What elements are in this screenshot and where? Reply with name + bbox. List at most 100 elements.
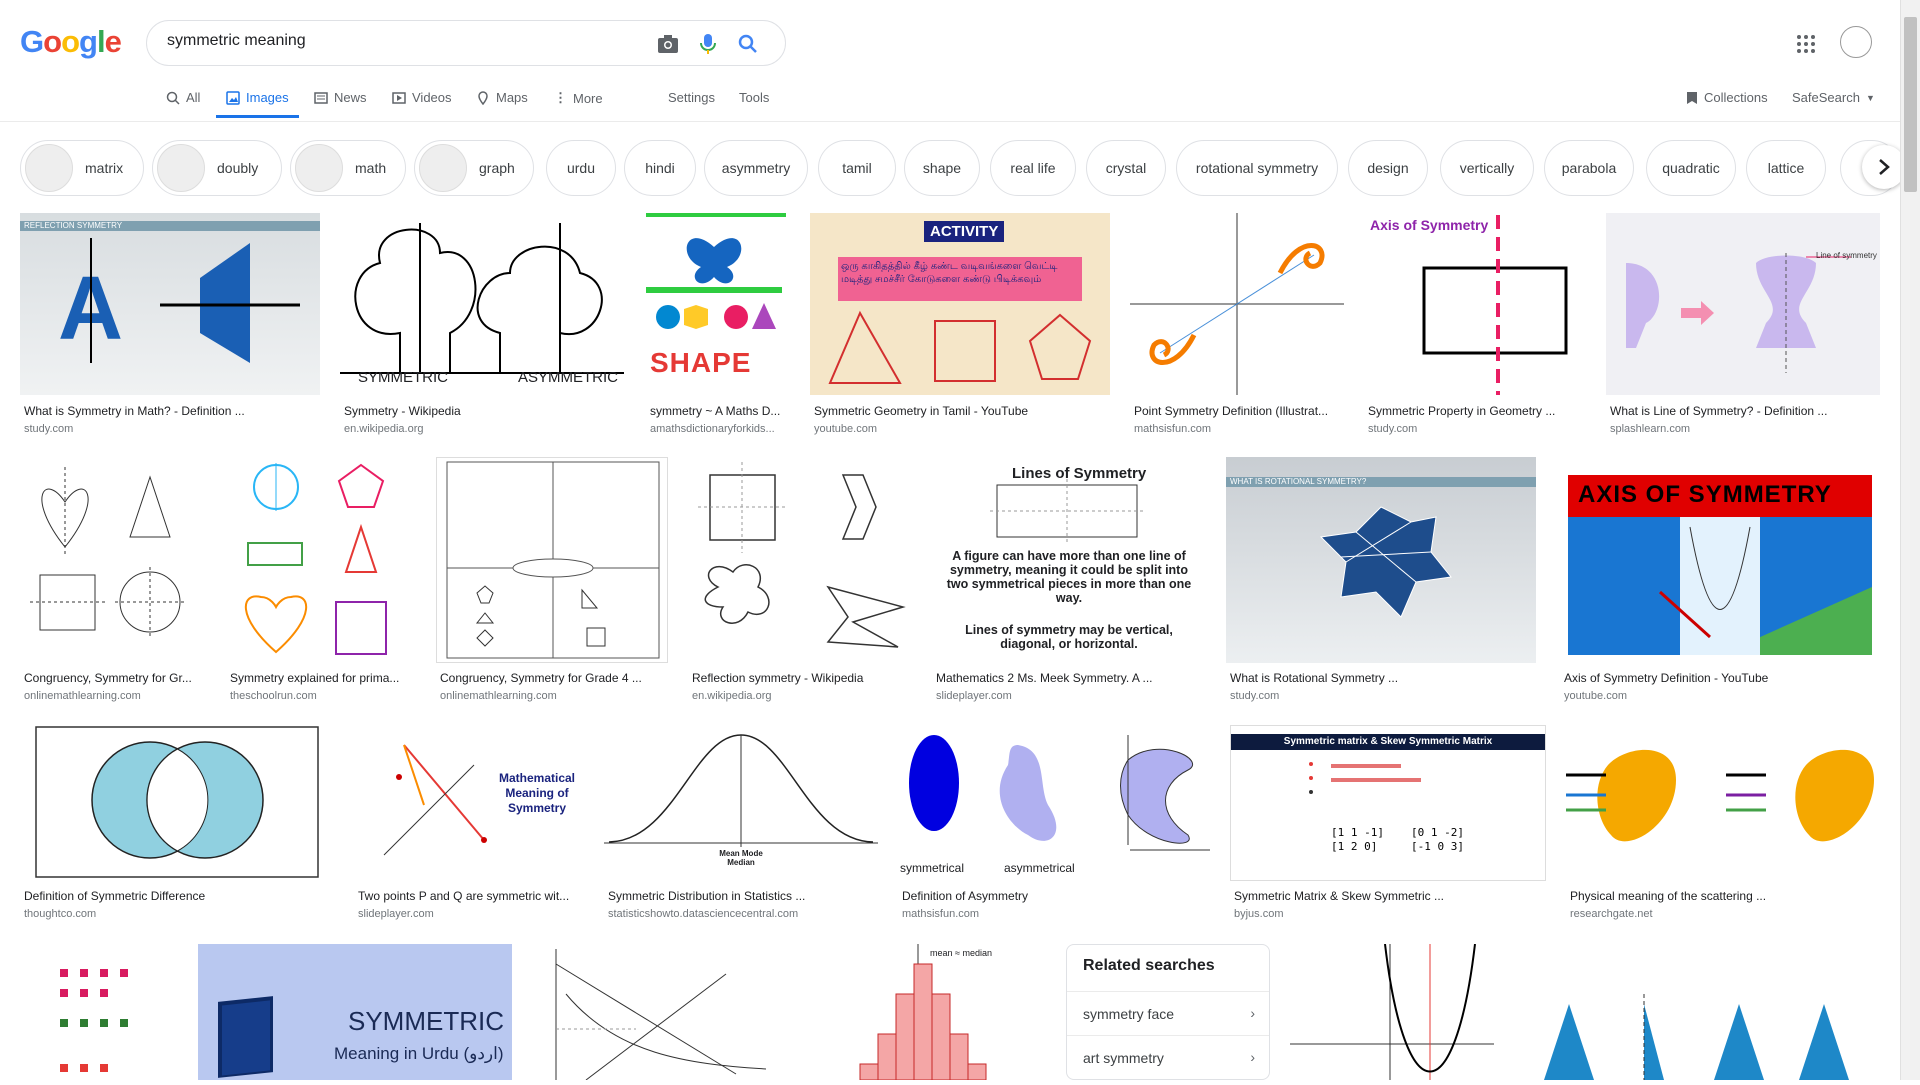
result-thumbnail[interactable]: SYMMETRIC Meaning in Urdu (اردو) (198, 944, 512, 1080)
result-thumbnail[interactable]: WHAT IS ROTATIONAL SYMMETRY? (1226, 457, 1536, 663)
result-source[interactable]: theschoolrun.com (230, 690, 317, 702)
result-title[interactable]: Definition of Asymmetry (902, 889, 1210, 903)
apps-grid-icon[interactable] (1797, 35, 1815, 53)
microphone-icon[interactable] (697, 33, 719, 55)
result-source[interactable]: slideplayer.com (936, 690, 1012, 702)
image-result[interactable]: Physical meaning of the scattering ... r… (1566, 725, 1880, 935)
result-source[interactable]: en.wikipedia.org (344, 423, 424, 435)
result-thumbnail[interactable]: Line of symmetry (1606, 213, 1880, 395)
result-thumbnail[interactable] (20, 457, 206, 663)
result-thumbnail[interactable]: symmetrical asymmetrical (898, 725, 1210, 881)
result-title[interactable]: Reflection symmetry - Wikipedia (692, 671, 912, 685)
image-result[interactable]: Congruency, Symmetry for Gr... onlinemat… (20, 457, 206, 707)
chip-doubly[interactable]: doubly (152, 140, 282, 196)
result-source[interactable]: researchgate.net (1570, 908, 1653, 920)
image-result[interactable]: SHAPE symmetry ~ A Maths D... amathsdict… (646, 213, 786, 443)
chip-hindi[interactable]: hindi (624, 140, 696, 196)
avatar[interactable] (1840, 26, 1872, 58)
image-result[interactable]: Symmetric matrix & Skew Symmetric Matrix… (1230, 725, 1546, 935)
search-icon[interactable] (737, 33, 759, 55)
chip-quadratic[interactable]: quadratic (1646, 140, 1736, 196)
result-source[interactable]: thoughtco.com (24, 908, 96, 920)
image-result[interactable] (1514, 944, 1880, 1080)
result-source[interactable]: mathsisfun.com (902, 908, 979, 920)
camera-icon[interactable] (657, 33, 679, 55)
result-source[interactable]: amathsdictionaryforkids... (650, 423, 786, 435)
result-thumbnail[interactable]: SHAPE (646, 213, 786, 395)
result-title[interactable]: Symmetric Property in Geometry ... (1368, 404, 1586, 418)
result-thumbnail[interactable]: Mean Mode Median (604, 725, 878, 881)
result-thumbnail[interactable] (1566, 725, 1880, 881)
result-source[interactable]: onlinemathlearning.com (440, 690, 557, 702)
image-result[interactable]: WHAT IS ROTATIONAL SYMMETRY? What is Rot… (1226, 457, 1536, 707)
tab-videos[interactable]: Videos (392, 90, 452, 105)
related-item-symmetry-face[interactable]: symmetry face › (1067, 991, 1269, 1035)
result-title[interactable]: Symmetric Geometry in Tamil - YouTube (814, 404, 1110, 418)
result-source[interactable]: mathsisfun.com (1134, 423, 1211, 435)
result-title[interactable]: Congruency, Symmetry for Gr... (24, 671, 206, 685)
image-result[interactable]: Congruency, Symmetry for Grade 4 ... onl… (436, 457, 668, 707)
image-result[interactable]: mean ≈ median (790, 944, 1046, 1081)
image-result[interactable]: symmetrical asymmetrical Definition of A… (898, 725, 1210, 935)
result-thumbnail[interactable]: Axis of Symmetry (1364, 213, 1586, 395)
result-title[interactable]: Symmetric Matrix & Skew Symmetric ... (1234, 889, 1546, 903)
tab-news[interactable]: News (314, 90, 367, 105)
chip-graph[interactable]: graph (414, 140, 534, 196)
chip-real-life[interactable]: real life (990, 140, 1076, 196)
result-thumbnail[interactable]: ACTIVITY ஒரு காகிதத்தில் கீழ் கண்ட வடிவங… (810, 213, 1110, 395)
result-thumbnail[interactable] (226, 457, 416, 663)
image-result[interactable]: Mean Mode Median Symmetric Distribution … (604, 725, 878, 935)
result-title[interactable]: Symmetry - Wikipedia (344, 404, 624, 418)
result-thumbnail[interactable] (436, 457, 668, 663)
result-source[interactable]: splashlearn.com (1610, 423, 1690, 435)
result-title[interactable]: Symmetry explained for prima... (230, 671, 416, 685)
result-source[interactable]: onlinemathlearning.com (24, 690, 141, 702)
result-title[interactable]: What is Symmetry in Math? - Definition .… (24, 404, 314, 418)
result-thumbnail[interactable]: Symmetric matrix & Skew Symmetric Matrix… (1230, 725, 1546, 881)
result-source[interactable]: en.wikipedia.org (692, 690, 772, 702)
chip-shape[interactable]: shape (904, 140, 980, 196)
image-result[interactable] (20, 944, 176, 1080)
result-title[interactable]: What is Line of Symmetry? - Definition .… (1610, 404, 1880, 418)
google-logo[interactable]: Google (20, 24, 122, 60)
result-thumbnail[interactable]: AXIS OF SYMMETRY (1560, 457, 1880, 663)
result-title[interactable]: symmetry ~ A Maths D... (650, 404, 786, 418)
result-thumbnail[interactable] (20, 725, 336, 881)
chip-design[interactable]: design (1348, 140, 1428, 196)
chip-asymmetry[interactable]: asymmetry (704, 140, 808, 196)
search-input[interactable] (167, 32, 587, 50)
result-source[interactable]: study.com (1368, 423, 1417, 435)
image-result[interactable] (1290, 943, 1494, 1080)
chip-vertically[interactable]: vertically (1440, 140, 1534, 196)
result-thumbnail[interactable] (688, 457, 912, 663)
image-result[interactable]: Symmetry explained for prima... theschoo… (226, 457, 416, 707)
settings-link[interactable]: Settings (668, 90, 715, 105)
result-thumbnail[interactable]: REFLECTION SYMMETRY A (20, 213, 320, 395)
image-result[interactable] (536, 944, 772, 1081)
image-result[interactable]: Definition of Symmetric Difference thoug… (20, 725, 336, 935)
result-thumbnail[interactable]: Lines of Symmetry A figure can have more… (932, 457, 1206, 663)
result-title[interactable]: Mathematics 2 Ms. Meek Symmetry. A ... (936, 671, 1206, 685)
chip-lattice[interactable]: lattice (1746, 140, 1826, 196)
result-title[interactable]: Physical meaning of the scattering ... (1570, 889, 1880, 903)
result-source[interactable]: byjus.com (1234, 908, 1284, 920)
related-item-art-symmetry[interactable]: art symmetry › (1067, 1035, 1269, 1079)
result-source[interactable]: youtube.com (1564, 690, 1627, 702)
image-result[interactable]: ACTIVITY ஒரு காகிதத்தில் கீழ் கண்ட வடிவங… (810, 213, 1110, 443)
chip-rotational-symmetry[interactable]: rotational symmetry (1176, 140, 1338, 196)
result-source[interactable]: study.com (1230, 690, 1279, 702)
image-result[interactable]: SYMMETRIC Meaning in Urdu (اردو) (198, 944, 512, 1080)
page-scrollbar[interactable] (1900, 0, 1920, 1080)
result-source[interactable]: youtube.com (814, 423, 877, 435)
result-title[interactable]: Congruency, Symmetry for Grade 4 ... (440, 671, 668, 685)
image-result[interactable]: SYMMETRIC ASYMMETRIC Symmetry - Wikipedi… (340, 213, 624, 443)
result-title[interactable]: Axis of Symmetry Definition - YouTube (1564, 671, 1880, 685)
result-title[interactable]: What is Rotational Symmetry ... (1230, 671, 1536, 685)
result-thumbnail[interactable]: Mathematical Meaning of Symmetry (354, 725, 584, 881)
result-thumbnail[interactable]: SYMMETRIC ASYMMETRIC (340, 213, 624, 395)
result-thumbnail[interactable] (1130, 213, 1344, 395)
image-result[interactable]: Point Symmetry Definition (Illustrat... … (1130, 213, 1344, 443)
chip-urdu[interactable]: urdu (546, 140, 616, 196)
tab-all[interactable]: All (166, 90, 200, 105)
result-title[interactable]: Two points P and Q are symmetric wit... (358, 889, 584, 903)
